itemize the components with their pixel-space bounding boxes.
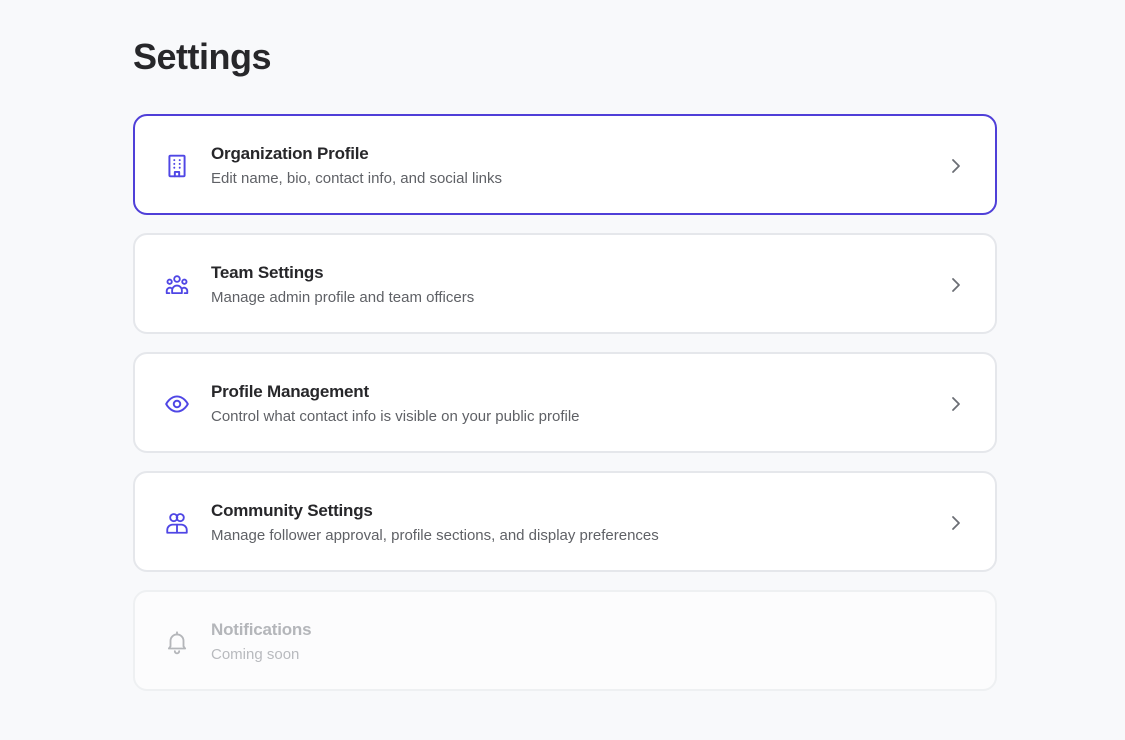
community-icon <box>163 509 191 537</box>
building-icon <box>163 152 191 180</box>
notifications-card: Notifications Coming soon <box>133 590 997 691</box>
card-text: Team Settings Manage admin profile and t… <box>211 262 474 308</box>
team-settings-card[interactable]: Team Settings Manage admin profile and t… <box>133 233 997 334</box>
card-title: Organization Profile <box>211 144 369 163</box>
card-text: Profile Management Control what contact … <box>211 381 580 427</box>
chevron-right-icon <box>947 513 965 533</box>
card-text: Notifications Coming soon <box>211 619 312 665</box>
card-description: Manage follower approval, profile sectio… <box>211 527 659 544</box>
organization-profile-card[interactable]: Organization Profile Edit name, bio, con… <box>133 114 997 215</box>
chevron-right-icon <box>947 394 965 414</box>
bell-icon <box>163 628 191 656</box>
card-text: Organization Profile Edit name, bio, con… <box>211 143 502 189</box>
chevron-right-icon <box>947 156 965 176</box>
community-settings-card[interactable]: Community Settings Manage follower appro… <box>133 471 997 572</box>
card-description: Manage admin profile and team officers <box>211 289 475 306</box>
card-description: Coming soon <box>211 646 300 663</box>
chevron-right-icon <box>947 275 965 295</box>
card-title: Notifications <box>211 620 312 639</box>
settings-list: Organization Profile Edit name, bio, con… <box>133 114 997 709</box>
users-group-icon <box>163 271 191 299</box>
card-description: Edit name, bio, contact info, and social… <box>211 170 502 187</box>
settings-page: Settings Organization Profile Edit name,… <box>0 0 1125 740</box>
card-text: Community Settings Manage follower appro… <box>211 500 659 546</box>
card-description: Control what contact info is visible on … <box>211 408 580 425</box>
card-title: Team Settings <box>211 263 324 282</box>
page-title: Settings <box>133 36 272 77</box>
card-title: Community Settings <box>211 501 373 520</box>
profile-management-card[interactable]: Profile Management Control what contact … <box>133 352 997 453</box>
card-title: Profile Management <box>211 382 369 401</box>
eye-icon <box>163 390 191 418</box>
